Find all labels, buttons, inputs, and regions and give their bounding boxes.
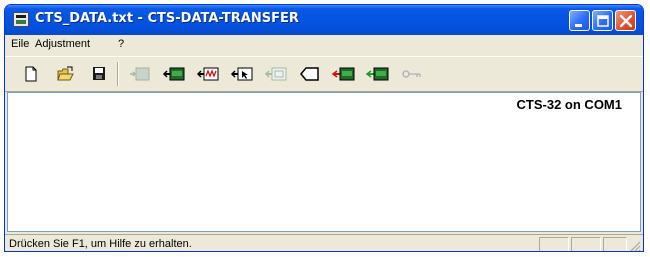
menu-adjustment[interactable]: Adjustment <box>35 38 90 50</box>
status-pane <box>539 237 569 251</box>
measure-button[interactable] <box>195 63 219 85</box>
transfer-green-button[interactable] <box>365 63 389 85</box>
menu-bar: Eile Adjustment ? <box>5 35 643 55</box>
key-button[interactable] <box>399 63 423 85</box>
cursor-button[interactable] <box>229 63 253 85</box>
key-disabled-icon <box>402 70 421 78</box>
minimize-icon <box>575 24 582 27</box>
new-document-icon <box>25 66 37 82</box>
resize-grip-icon[interactable] <box>629 240 641 252</box>
maximize-icon <box>597 15 609 27</box>
title-bar[interactable]: CTS_DATA.txt - CTS-DATA-TRANSFER <box>5 5 643 35</box>
save-button[interactable] <box>87 63 111 85</box>
cursor-arrow-icon <box>230 67 253 81</box>
status-pane <box>603 237 627 251</box>
application-window: CTS_DATA.txt - CTS-DATA-TRANSFER Eile Ad… <box>4 4 644 252</box>
transfer-data-icon <box>162 67 185 81</box>
status-pane <box>571 237 601 251</box>
main-content-area[interactable]: CTS-32 on COM1 <box>7 92 641 232</box>
menu-help[interactable]: ? <box>118 38 124 50</box>
transfer-green-icon <box>365 67 389 81</box>
toolbar <box>5 56 643 92</box>
adjust-disabled-icon <box>264 67 287 81</box>
status-bar: Drücken Sie F1, um Hilfe zu erhalten. <box>5 234 643 252</box>
transfer-red-button[interactable] <box>331 63 355 85</box>
adjust-button[interactable] <box>263 63 287 85</box>
minimize-button[interactable] <box>569 10 590 31</box>
send-disabled-icon <box>130 67 150 81</box>
close-button[interactable] <box>615 10 636 31</box>
open-button[interactable] <box>53 63 77 85</box>
tag-icon <box>300 67 319 81</box>
save-disk-icon <box>93 67 105 80</box>
tag-button[interactable] <box>297 63 321 85</box>
window-title: CTS_DATA.txt - CTS-DATA-TRANSFER <box>35 11 299 26</box>
app-icon[interactable] <box>13 12 29 27</box>
status-text: Drücken Sie F1, um Hilfe zu erhalten. <box>9 238 192 250</box>
connection-status: CTS-32 on COM1 <box>516 97 622 112</box>
close-icon <box>619 14 633 28</box>
maximize-button[interactable] <box>592 10 613 31</box>
measure-icon <box>196 67 219 81</box>
transfer-red-icon <box>331 67 355 81</box>
toolbar-separator <box>117 62 119 86</box>
open-folder-icon <box>57 66 74 81</box>
transfer-data-button[interactable] <box>161 63 185 85</box>
new-document-button[interactable] <box>19 63 43 85</box>
menu-file[interactable]: Eile <box>11 38 29 50</box>
send-button[interactable] <box>127 63 151 85</box>
